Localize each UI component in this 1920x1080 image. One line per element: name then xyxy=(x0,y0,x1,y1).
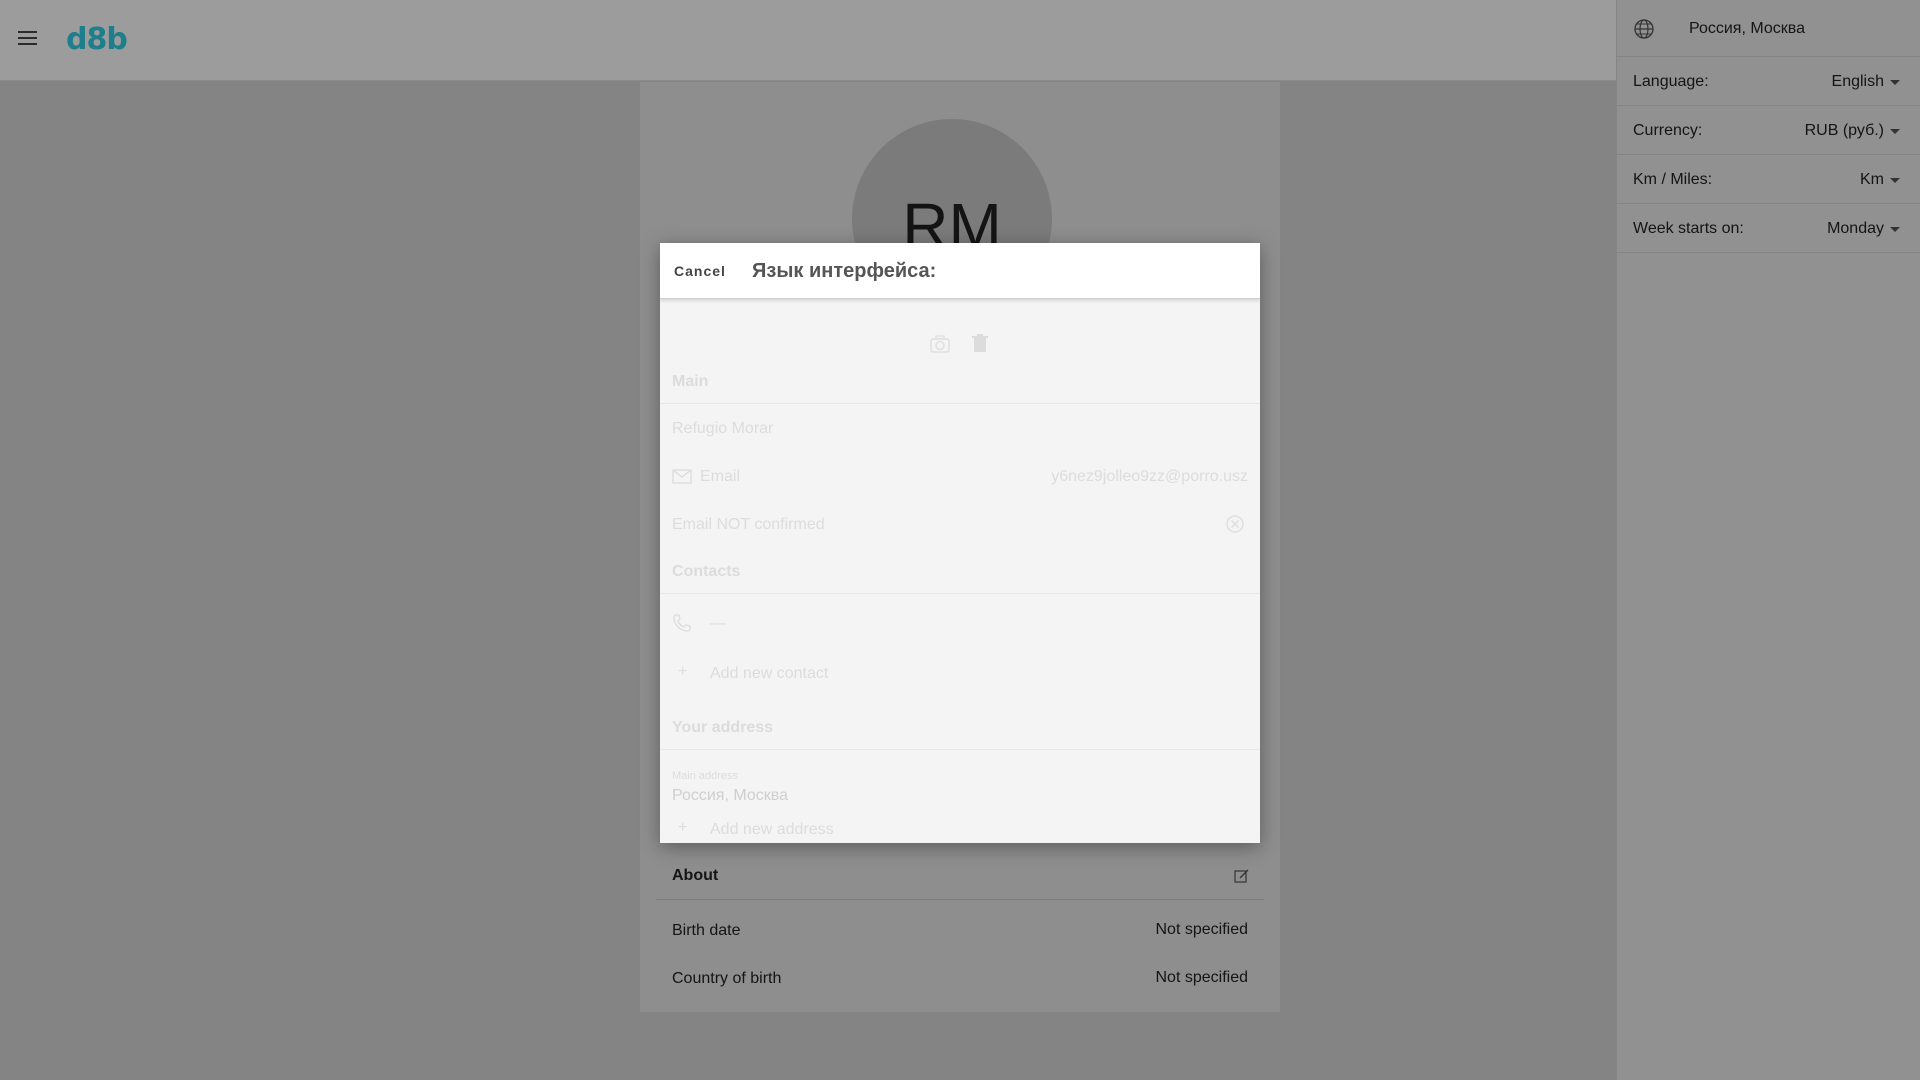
plus-icon: + xyxy=(678,819,688,836)
ghost-add-address: Add new address xyxy=(710,821,834,838)
setting-distance-units: Km / Miles: Km xyxy=(1617,155,1920,204)
setting-week-start: Week starts on: Monday xyxy=(1617,204,1920,253)
location-header: Россия, Москва xyxy=(1617,0,1920,57)
app-logo[interactable]: d8b xyxy=(66,22,128,57)
mail-icon xyxy=(672,469,692,484)
row-label: Country of birth xyxy=(672,970,782,987)
select-value: English xyxy=(1831,73,1884,90)
location-label[interactable]: Россия, Москва xyxy=(1689,20,1805,38)
edit-icon[interactable] xyxy=(1234,868,1250,884)
setting-language: Language: English xyxy=(1617,57,1920,106)
trash-icon xyxy=(972,334,988,352)
ghost-add-contact: Add new contact xyxy=(710,665,829,682)
settings-panel: Россия, Москва Language: English Currenc… xyxy=(1616,0,1920,1080)
row-label: Birth date xyxy=(672,922,741,939)
about-row-birth-date: Birth date Not specified xyxy=(656,908,1264,954)
ghost-contacts-heading: Contacts xyxy=(672,563,741,580)
setting-currency: Currency: RUB (руб.) xyxy=(1617,106,1920,155)
ghost-address-heading: Your address xyxy=(672,719,774,736)
week-start-select[interactable]: Monday xyxy=(1827,220,1900,238)
dialog-title: Язык интерфейса: xyxy=(752,260,937,282)
ghost-phone-value: — xyxy=(710,615,726,632)
ghost-email-label: Email xyxy=(700,468,741,485)
ghost-email-status: Email NOT confirmed xyxy=(672,516,825,533)
plus-icon: + xyxy=(678,663,688,680)
row-value: Not specified xyxy=(1155,969,1249,986)
setting-label: Week starts on: xyxy=(1633,220,1744,237)
top-bar: d8b xyxy=(0,0,1616,81)
close-circle-icon xyxy=(1226,515,1244,533)
setting-label: Km / Miles: xyxy=(1633,171,1713,188)
divider xyxy=(660,403,1260,404)
ghost-email-value: y6nez9jolleo9zz@porro.usz xyxy=(1051,468,1248,485)
currency-select[interactable]: RUB (руб.) xyxy=(1805,122,1900,140)
language-select[interactable]: English xyxy=(1832,73,1900,91)
divider xyxy=(660,593,1260,594)
phone-icon xyxy=(673,614,691,632)
language-dialog: Cancel Язык интерфейса: Main Refugio Mor… xyxy=(660,243,1260,843)
about-title: About xyxy=(672,867,719,884)
select-value: Km xyxy=(1860,171,1884,188)
about-section-header: About xyxy=(656,852,1264,900)
row-value: Not specified xyxy=(1155,921,1249,938)
divider xyxy=(660,749,1260,750)
about-row-country-of-birth: Country of birth Not specified xyxy=(656,956,1264,1002)
dialog-header: Cancel Язык интерфейса: xyxy=(660,243,1260,299)
ghost-name: Refugio Morar xyxy=(672,420,774,437)
ghost-address-value: Россия, Москва xyxy=(672,787,788,804)
caret-down-icon xyxy=(1890,80,1900,85)
setting-label: Language: xyxy=(1633,73,1709,90)
ghost-main-address-label: Main address xyxy=(672,770,739,782)
units-select[interactable]: Km xyxy=(1860,171,1900,189)
ghost-main-heading: Main xyxy=(672,373,709,390)
caret-down-icon xyxy=(1890,178,1900,183)
caret-down-icon xyxy=(1890,227,1900,232)
select-value: RUB (руб.) xyxy=(1804,122,1884,139)
cancel-button[interactable]: Cancel xyxy=(674,263,726,279)
select-value: Monday xyxy=(1827,220,1884,237)
camera-icon xyxy=(930,335,950,353)
globe-icon[interactable] xyxy=(1633,18,1655,40)
menu-icon[interactable] xyxy=(18,31,37,47)
caret-down-icon xyxy=(1890,129,1900,134)
setting-label: Currency: xyxy=(1633,122,1703,139)
